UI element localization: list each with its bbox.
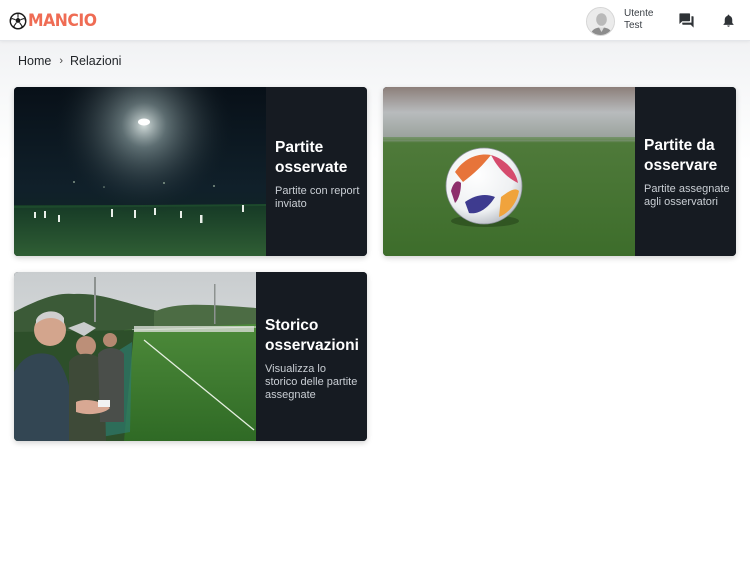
bell-icon[interactable] [721,13,736,28]
soccer-ball-image [383,87,635,256]
soccer-ball-logo-icon [9,12,27,30]
card-storico-osservazioni[interactable]: Storico osservazioni Visualizza lo stori… [14,272,367,441]
card-subtitle: Partite con report inviato [275,185,360,210]
card-text: Storico osservazioni Visualizza lo stori… [256,272,367,441]
chat-icon[interactable] [678,12,695,29]
breadcrumb-separator: › [59,55,64,67]
main-content: Home › Relazioni Partite osservate Parti… [0,41,750,562]
card-title: Partite osservate [275,139,348,176]
night-stadium-image [14,87,266,256]
user-name[interactable]: Utente Test [624,8,664,32]
card-partite-osservate[interactable]: Partite osservate Partite con report inv… [14,87,367,256]
app-logo[interactable]: MANCIO [9,10,103,32]
card-title: Partite da osservare [644,137,718,174]
app-header: MANCIO Utente Test [0,0,750,41]
card-subtitle: Visualizza lo storico delle partite asse… [265,362,358,401]
breadcrumb: Home › Relazioni [18,54,121,68]
user-last-name: Test [624,20,643,31]
card-text: Partite da osservare Partite assegnate a… [635,87,736,256]
user-first-name: Utente [624,8,654,19]
card-title: Storico osservazioni [265,316,359,354]
spectators-image [14,272,256,441]
user-avatar[interactable] [586,7,615,36]
breadcrumb-home[interactable]: Home [18,54,51,68]
card-text: Partite osservate Partite con report inv… [266,87,367,256]
card-partite-da-osservare[interactable]: Partite da osservare Partite assegnate a… [383,87,736,256]
card-subtitle: Partite assegnate agli osservatori [644,183,730,208]
breadcrumb-current: Relazioni [70,54,122,68]
logo-wordmark: MANCIO [28,11,97,31]
user-avatar-icon [587,8,614,35]
